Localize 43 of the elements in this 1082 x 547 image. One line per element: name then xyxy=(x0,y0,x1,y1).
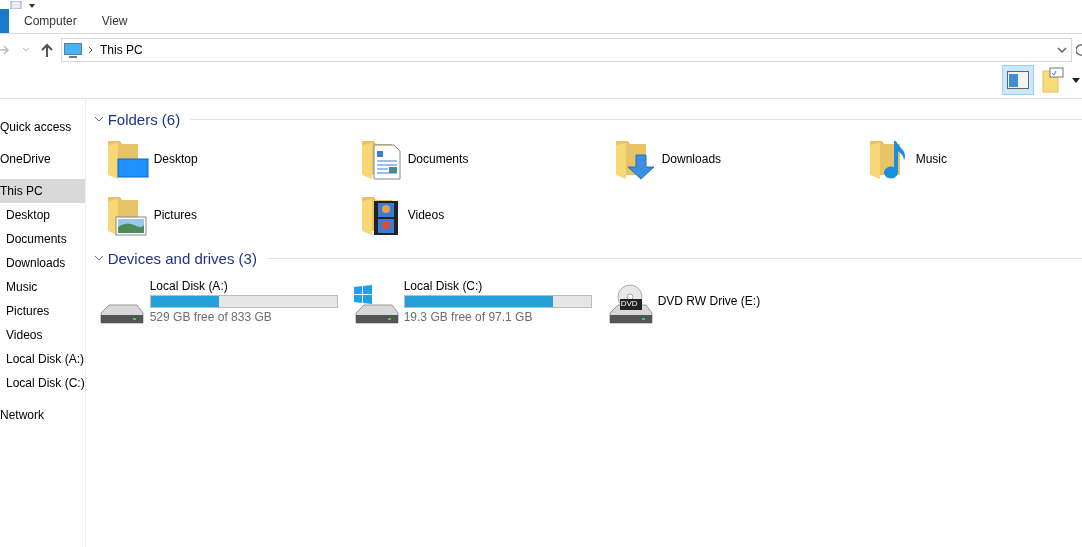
sidebar-item[interactable]: Music xyxy=(0,275,85,299)
folder-name[interactable]: Pictures xyxy=(153,208,198,222)
computer-icon xyxy=(64,42,82,58)
folder-name[interactable]: Music xyxy=(915,152,948,166)
chevron-down-icon[interactable] xyxy=(93,115,104,123)
sidebar-item[interactable]: Videos xyxy=(0,323,85,347)
drive-name[interactable]: DVD RW Drive (E:) xyxy=(657,294,761,308)
drive-name[interactable]: Local Disk (A:) xyxy=(149,278,338,293)
sidebar-item[interactable]: Desktop xyxy=(0,203,85,227)
folder-name[interactable]: Documents xyxy=(407,152,469,166)
refresh-icon[interactable] xyxy=(1076,44,1082,56)
chevron-down-icon[interactable] xyxy=(93,254,104,262)
address-bar[interactable]: This PC xyxy=(61,38,1072,62)
folder-name[interactable]: Downloads xyxy=(661,152,722,166)
folder-name[interactable]: Desktop xyxy=(153,152,198,166)
dvd-label: DVD xyxy=(620,299,638,309)
sidebar-item[interactable]: Downloads xyxy=(0,251,85,275)
folder-name[interactable]: Videos xyxy=(407,208,445,222)
free-space-text: 529 GB free of 833 GB xyxy=(149,309,273,324)
sidebar-item[interactable]: Network xyxy=(0,403,85,427)
sidebar-item[interactable]: OneDrive xyxy=(0,147,85,171)
sidebar-item[interactable]: Pictures xyxy=(0,299,85,323)
section-header[interactable]: Folders (6) xyxy=(107,110,181,128)
ribbon-tab[interactable]: Computer xyxy=(24,14,77,28)
up-arrow-icon[interactable] xyxy=(41,43,53,57)
drive-icon xyxy=(352,284,399,324)
caret-icon[interactable] xyxy=(28,3,36,9)
section-header[interactable]: Devices and drives (3) xyxy=(107,249,257,267)
drive-icon xyxy=(99,304,144,324)
sidebar-item[interactable]: Local Disk (C:) xyxy=(0,371,85,395)
caret-icon[interactable] xyxy=(1072,77,1080,83)
free-space-text: 19.3 GB free of 97.1 GB xyxy=(403,309,534,324)
chevron-right-icon xyxy=(88,46,94,54)
drive-icon xyxy=(606,284,653,324)
drive-name[interactable]: Local Disk (C:) xyxy=(403,278,592,293)
chevron-down-icon[interactable] xyxy=(1057,47,1067,53)
sidebar-item[interactable]: This PC xyxy=(0,179,85,203)
sidebar-item[interactable]: Quick access xyxy=(0,115,85,139)
sidebar-item[interactable]: Documents xyxy=(0,227,85,251)
ribbon-tab[interactable]: View xyxy=(101,14,128,28)
address-path: This PC xyxy=(100,43,143,57)
preview-pane-button[interactable] xyxy=(1002,65,1034,95)
sidebar-item[interactable]: Local Disk (A:) xyxy=(0,347,85,371)
